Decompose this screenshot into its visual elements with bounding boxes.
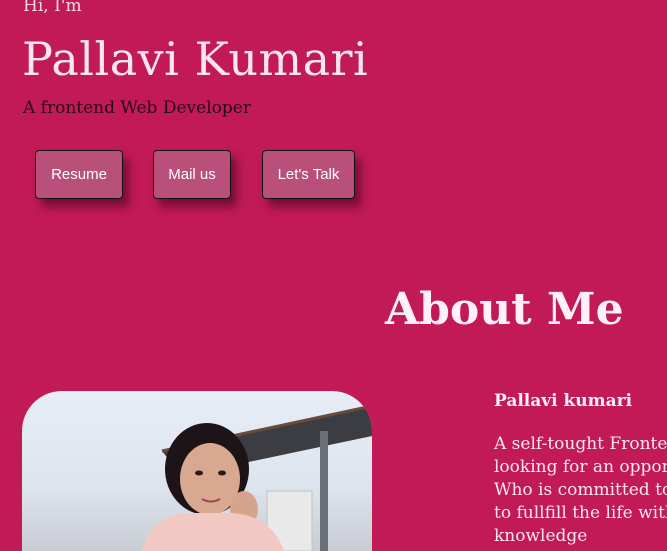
greeting-text: Hi, I'm (23, 0, 82, 16)
lets-talk-button[interactable]: Let's Talk (262, 150, 355, 199)
about-line: looking for an oppor (494, 457, 667, 477)
profile-photo-illustration (142, 404, 372, 551)
about-description: A self-tought Fronter looking for an opp… (494, 433, 667, 548)
about-line: knowledge (494, 526, 588, 546)
resume-button[interactable]: Resume (35, 150, 123, 199)
about-person-name: Pallavi kumari (494, 391, 633, 411)
about-line: to fullfill the life with (494, 503, 667, 523)
profile-photo (22, 391, 372, 551)
hero-name: Pallavi Kumari (22, 32, 369, 86)
about-title: About Me (385, 284, 624, 335)
mail-us-button[interactable]: Mail us (153, 150, 231, 199)
about-line: A self-tought Fronter (494, 434, 667, 454)
about-line: Who is committed to (494, 480, 667, 500)
hero-tagline: A frontend Web Developer (23, 98, 251, 118)
